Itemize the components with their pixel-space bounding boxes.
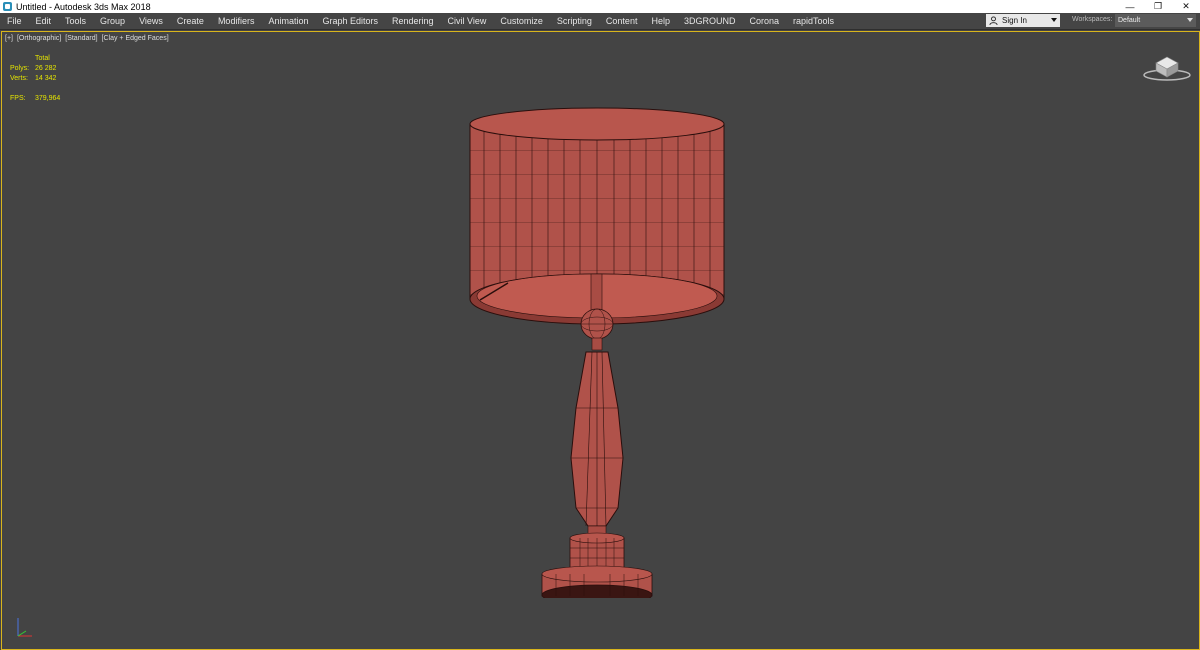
workspaces-select[interactable]: Default	[1115, 14, 1196, 27]
workspaces-value: Default	[1118, 17, 1141, 24]
lamp-base	[541, 532, 653, 598]
lamp-model[interactable]	[468, 78, 728, 598]
menu-rendering[interactable]: Rendering	[385, 13, 441, 29]
close-button[interactable]: ✕	[1172, 0, 1200, 13]
viewport-point-of-view[interactable]: [Orthographic]	[17, 35, 61, 42]
menu-customize[interactable]: Customize	[493, 13, 550, 29]
viewport-statistics: Total Polys: 26 282 Verts: 14 342 FPS: 379,…	[10, 54, 75, 104]
viewport-standard[interactable]: [Standard]	[65, 35, 97, 42]
menu-3dground[interactable]: 3DGROUND	[677, 13, 743, 29]
chevron-down-icon	[1051, 18, 1057, 22]
viewport-label: [+] [Orthographic] [Standard] [Clay + Ed…	[5, 35, 171, 42]
menu-help[interactable]: Help	[644, 13, 677, 29]
stats-header: Total	[35, 55, 50, 62]
sign-in-label: Sign In	[1002, 16, 1027, 25]
viewcube-icon[interactable]	[1142, 51, 1192, 83]
chevron-down-icon	[1187, 18, 1193, 22]
axis-gizmo-icon	[17, 618, 32, 637]
title-bar: Untitled - Autodesk 3ds Max 2018 — ❐ ✕	[0, 0, 1200, 13]
menu-scripting[interactable]: Scripting	[550, 13, 599, 29]
user-icon	[989, 16, 998, 25]
restore-button[interactable]: ❐	[1144, 0, 1172, 13]
menu-file[interactable]: File	[0, 13, 29, 29]
lamp-body	[570, 351, 624, 539]
window-title: Untitled - Autodesk 3ds Max 2018	[16, 1, 151, 12]
fps-label: FPS:	[10, 95, 26, 102]
verts-value: 14 342	[35, 75, 57, 82]
menu-civil-view[interactable]: Civil View	[441, 13, 494, 29]
viewport-menu-plus[interactable]: [+]	[5, 35, 13, 42]
polys-value: 26 282	[35, 65, 57, 72]
menu-views[interactable]: Views	[132, 13, 170, 29]
viewport-shading[interactable]: [Clay + Edged Faces]	[102, 35, 169, 42]
window-controls: — ❐ ✕	[1116, 0, 1200, 13]
viewport-perspective[interactable]: [+] [Orthographic] [Standard] [Clay + Ed…	[1, 31, 1200, 650]
menu-modifiers[interactable]: Modifiers	[211, 13, 262, 29]
menu-graph-editors[interactable]: Graph Editors	[315, 13, 385, 29]
menu-rapidtools[interactable]: rapidTools	[786, 13, 841, 29]
menu-edit[interactable]: Edit	[29, 13, 59, 29]
sign-in-dropdown[interactable]: Sign In	[986, 14, 1060, 27]
app-icon	[3, 2, 12, 11]
menu-create[interactable]: Create	[170, 13, 211, 29]
menu-corona[interactable]: Corona	[742, 13, 786, 29]
menu-content[interactable]: Content	[599, 13, 645, 29]
workspaces-label: Workspaces:	[1072, 16, 1113, 23]
menu-animation[interactable]: Animation	[261, 13, 315, 29]
minimize-button[interactable]: —	[1116, 0, 1144, 13]
verts-label: Verts:	[10, 75, 28, 82]
polys-label: Polys:	[10, 65, 30, 72]
menu-tools[interactable]: Tools	[58, 13, 93, 29]
menu-group[interactable]: Group	[93, 13, 132, 29]
fps-value: 379,964	[35, 95, 61, 102]
